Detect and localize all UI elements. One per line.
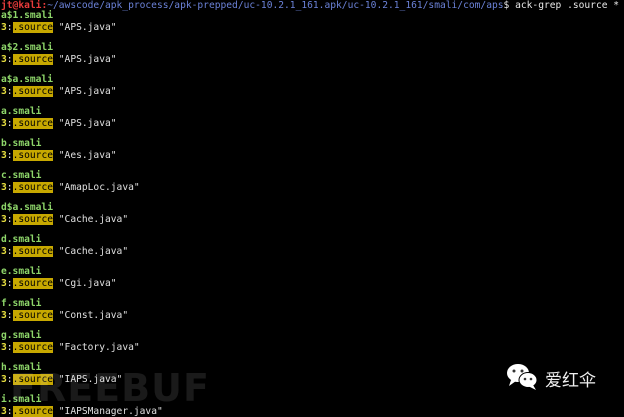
result-value: "APS.java" (58, 86, 117, 97)
result-keyword-highlight: .source (12, 182, 53, 193)
result-keyword-highlight: .source (12, 278, 53, 289)
result-match-line: 3:.source "APS.java" (1, 118, 401, 129)
result-match-line: 3:.source "APS.java" (1, 86, 401, 97)
search-result: d.smali 3:.source "Cache.java" (1, 234, 401, 257)
result-match-line: 3:.source "APS.java" (1, 54, 401, 65)
result-colon: : (6, 342, 13, 353)
result-filename: g.smali (1, 330, 42, 341)
search-result: e.smali 3:.source "Cgi.java" (1, 266, 401, 289)
search-result: c.smali 3:.source "AmapLoc.java" (1, 170, 401, 193)
freebuf-watermark: FREEBUF (10, 366, 210, 410)
result-keyword-highlight: .source (12, 22, 53, 33)
search-result: d$a.smali 3:.source "Cache.java" (1, 202, 401, 225)
result-colon: : (6, 22, 13, 33)
result-colon: : (6, 118, 13, 129)
prompt-command: ack-grep .source * (509, 0, 620, 11)
search-result: a$a.smali 3:.source "APS.java" (1, 74, 401, 97)
result-keyword-highlight: .source (12, 214, 53, 225)
result-keyword-highlight: .source (12, 246, 53, 257)
result-keyword-highlight: .source (12, 118, 53, 129)
result-value: "Cgi.java" (58, 278, 117, 289)
result-value: "APS.java" (58, 22, 117, 33)
result-match-line: 3:.source "Aes.java" (1, 150, 401, 161)
result-filename: a$2.smali (1, 42, 53, 53)
result-colon: : (6, 246, 13, 257)
result-match-line: 3:.source "Cgi.java" (1, 278, 401, 289)
result-filename: d.smali (1, 234, 42, 245)
result-filename: a$a.smali (1, 74, 53, 85)
wechat-account-name: 爱红伞 (545, 371, 596, 391)
result-value: "Aes.java" (58, 150, 117, 161)
result-value: "Factory.java" (58, 342, 140, 353)
search-result: a$1.smali 3:.source "APS.java" (1, 10, 401, 33)
result-keyword-highlight: .source (12, 150, 53, 161)
result-colon: : (6, 214, 13, 225)
terminal-window[interactable]: jt@kali:~/awscode/apk_process/apk-preppe… (0, 0, 624, 417)
result-filename: a$1.smali (1, 10, 53, 21)
search-result: g.smali 3:.source "Factory.java" (1, 330, 401, 353)
result-colon: : (6, 310, 13, 321)
result-match-line: 3:.source "APS.java" (1, 22, 401, 33)
result-colon: : (6, 182, 13, 193)
result-value: "AmapLoc.java" (58, 182, 140, 193)
result-keyword-highlight: .source (12, 54, 53, 65)
search-result: f.smali 3:.source "Const.java" (1, 298, 401, 321)
result-colon: : (6, 86, 13, 97)
result-filename: a.smali (1, 106, 42, 117)
result-filename: e.smali (1, 266, 42, 277)
result-keyword-highlight: .source (12, 342, 53, 353)
result-value: "APS.java" (58, 54, 117, 65)
result-filename: d$a.smali (1, 202, 53, 213)
result-keyword-highlight: .source (12, 310, 53, 321)
result-filename: b.smali (1, 138, 42, 149)
result-colon: : (6, 150, 13, 161)
result-colon: : (6, 54, 13, 65)
wechat-icon (507, 364, 538, 390)
result-value: "APS.java" (58, 118, 117, 129)
result-match-line: 3:.source "AmapLoc.java" (1, 182, 401, 193)
result-match-line: 3:.source "Const.java" (1, 310, 401, 321)
search-result: a$2.smali 3:.source "APS.java" (1, 42, 401, 65)
result-value: "Cache.java" (58, 246, 129, 257)
result-filename: c.smali (1, 170, 42, 181)
result-match-line: 3:.source "Cache.java" (1, 214, 401, 225)
result-colon: : (6, 278, 13, 289)
search-result: b.smali 3:.source "Aes.java" (1, 138, 401, 161)
result-filename: f.smali (1, 298, 42, 309)
result-value: "Cache.java" (58, 214, 129, 225)
result-match-line: 3:.source "Factory.java" (1, 342, 401, 353)
result-keyword-highlight: .source (12, 86, 53, 97)
result-match-line: 3:.source "Cache.java" (1, 246, 401, 257)
search-result: a.smali 3:.source "APS.java" (1, 106, 401, 129)
result-value: "Const.java" (58, 310, 129, 321)
